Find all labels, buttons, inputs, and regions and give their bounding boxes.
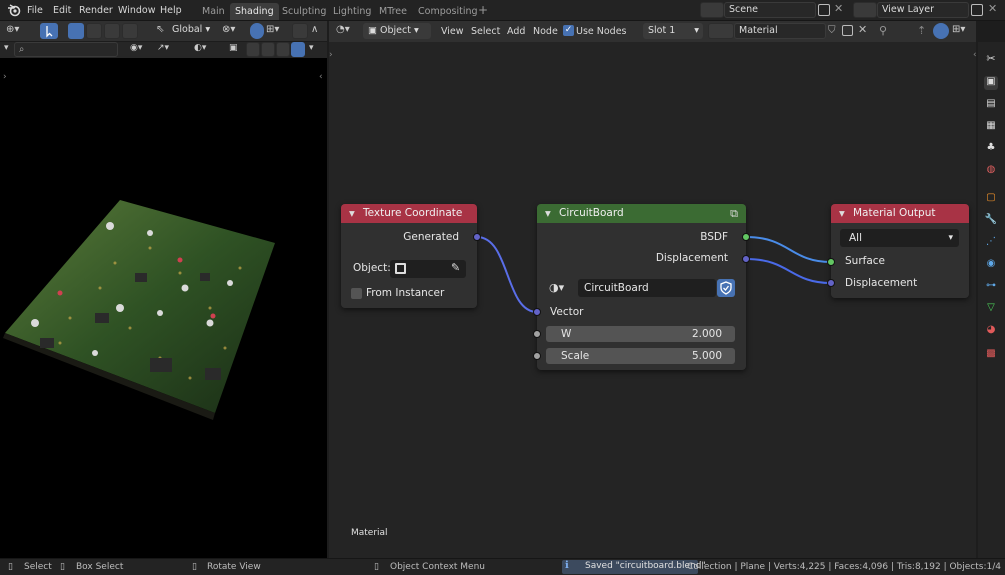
scale-value: 5.000 bbox=[691, 350, 722, 362]
target-value: All bbox=[849, 232, 863, 244]
link-bsdf-to-surface bbox=[745, 236, 832, 263]
status-context-menu: Object Context Menu bbox=[390, 562, 486, 572]
generated-output-socket[interactable] bbox=[473, 233, 481, 241]
render-tab-icon[interactable]: ▣ bbox=[984, 76, 998, 90]
texture-coordinate-header[interactable]: ▼ Texture Coordinate bbox=[341, 204, 477, 223]
circuitboard-group-node[interactable]: ▼ CircuitBoard ⧉ BSDF Displacement ◑▾ Ci… bbox=[537, 204, 746, 370]
object-tab-icon[interactable]: ▢ bbox=[984, 192, 998, 206]
generated-output-label: Generated bbox=[403, 231, 459, 243]
scene-tab-icon[interactable]: ♣ bbox=[984, 142, 998, 156]
scene-statistics: Collection | Plane | Verts:4,225 | Faces… bbox=[687, 562, 1001, 572]
w-input-socket[interactable] bbox=[533, 330, 541, 338]
material-tab-icon[interactable]: ◕ bbox=[984, 324, 998, 338]
w-value-slider[interactable]: W 2.000 bbox=[546, 326, 735, 342]
status-select: Select bbox=[24, 562, 52, 572]
scale-input-socket[interactable] bbox=[533, 352, 541, 360]
info-icon: ℹ bbox=[565, 560, 569, 571]
mouse-right-icon: ▯ bbox=[192, 562, 197, 572]
displacement-input-label: Displacement bbox=[845, 277, 918, 289]
collapse-icon[interactable]: ▼ bbox=[349, 204, 355, 223]
from-instancer-checkbox[interactable] bbox=[351, 288, 362, 299]
link-displacement-to-displacement bbox=[745, 258, 832, 284]
scale-label: Scale bbox=[561, 350, 590, 362]
modifier-tab-icon[interactable]: 🔧 bbox=[984, 214, 998, 228]
node-group-icon[interactable]: ⧉ bbox=[730, 204, 738, 223]
link-generated-to-vector bbox=[476, 236, 538, 313]
object-icon bbox=[395, 263, 406, 274]
object-label: Object: bbox=[353, 262, 391, 274]
output-tab-icon[interactable]: ▤ bbox=[984, 98, 998, 112]
mouse-context-icon: ▯ bbox=[374, 562, 379, 572]
eyedropper-icon[interactable]: ✎ bbox=[451, 261, 460, 274]
mouse-middle-icon: ▯ bbox=[60, 562, 65, 572]
texture-coordinate-node[interactable]: ▼ Texture Coordinate Generated Object: ✎… bbox=[341, 204, 477, 308]
material-output-header[interactable]: ▼ Material Output bbox=[831, 204, 969, 223]
bsdf-output-socket[interactable] bbox=[742, 233, 750, 241]
group-name-field[interactable]: CircuitBoard bbox=[578, 279, 716, 297]
texture-tab-icon[interactable]: ▩ bbox=[984, 348, 998, 362]
particles-tab-icon[interactable]: ⋰ bbox=[984, 236, 998, 250]
status-bar: ▯ Select ▯ Box Select ▯ Rotate View ▯ Ob… bbox=[0, 558, 1005, 575]
chevron-down-icon: ▾ bbox=[948, 233, 953, 243]
group-browse-icon[interactable]: ◑▾ bbox=[549, 281, 564, 294]
status-box-select: Box Select bbox=[76, 562, 124, 572]
constraints-tab-icon[interactable]: ⊶ bbox=[984, 280, 998, 294]
node-tree-context-label: Material bbox=[351, 528, 388, 538]
displacement-input-socket[interactable] bbox=[827, 279, 835, 287]
status-rotate-view: Rotate View bbox=[207, 562, 261, 572]
physics-tab-icon[interactable]: ◉ bbox=[984, 258, 998, 272]
vector-input-label: Vector bbox=[550, 306, 584, 318]
bsdf-output-label: BSDF bbox=[700, 231, 728, 243]
displacement-output-label: Displacement bbox=[655, 252, 728, 264]
view-layer-tab-icon[interactable]: ▦ bbox=[984, 120, 998, 134]
data-tab-icon[interactable]: ▽ bbox=[984, 302, 998, 316]
save-report-banner[interactable]: ℹ Saved "circuitboard.blend" bbox=[562, 560, 706, 574]
texture-coordinate-title: Texture Coordinate bbox=[363, 207, 463, 219]
world-tab-icon[interactable]: ◍ bbox=[984, 164, 998, 178]
material-output-node[interactable]: ▼ Material Output All ▾ Surface Displace… bbox=[831, 204, 969, 298]
from-instancer-label: From Instancer bbox=[366, 287, 445, 299]
surface-input-label: Surface bbox=[845, 255, 886, 267]
scale-value-slider[interactable]: Scale 5.000 bbox=[546, 348, 735, 364]
fake-user-shield-icon[interactable] bbox=[717, 279, 735, 297]
collapse-icon[interactable]: ▼ bbox=[545, 204, 551, 223]
w-value: 2.000 bbox=[691, 328, 722, 340]
object-picker-field[interactable]: ✎ bbox=[390, 260, 466, 278]
tool-tab-icon[interactable]: ✂ bbox=[984, 52, 998, 66]
w-label: W bbox=[561, 328, 572, 340]
surface-input-socket[interactable] bbox=[827, 258, 835, 266]
displacement-output-socket[interactable] bbox=[742, 255, 750, 263]
material-output-title: Material Output bbox=[853, 207, 936, 219]
properties-tabs: ✂ ▣ ▤ ▦ ♣ ◍ ▢ 🔧 ⋰ ◉ ⊶ ▽ ◕ ▩ bbox=[978, 42, 1005, 558]
vector-input-socket[interactable] bbox=[533, 308, 541, 316]
circuitboard-header[interactable]: ▼ CircuitBoard ⧉ bbox=[537, 204, 746, 223]
collapse-icon[interactable]: ▼ bbox=[839, 204, 845, 223]
mouse-left-icon: ▯ bbox=[8, 562, 13, 572]
target-dropdown[interactable]: All ▾ bbox=[840, 229, 959, 247]
circuitboard-title: CircuitBoard bbox=[559, 207, 624, 219]
